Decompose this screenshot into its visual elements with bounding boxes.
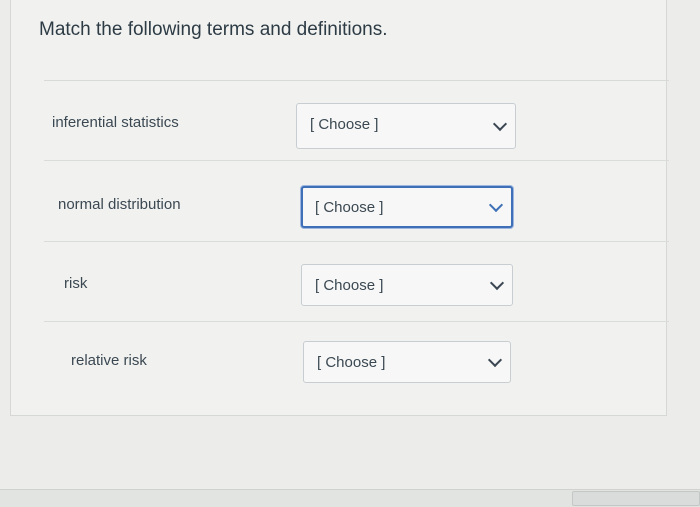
definition-select-focused[interactable]: [ Choose ] bbox=[301, 186, 513, 228]
select-value: [ Choose ] bbox=[315, 277, 384, 294]
definition-select[interactable]: [ Choose ] bbox=[296, 103, 516, 149]
select-value: [ Choose ] bbox=[315, 199, 384, 216]
divider bbox=[44, 80, 669, 81]
term-label: relative risk bbox=[71, 352, 147, 369]
chevron-down-icon bbox=[488, 197, 504, 213]
term-label: inferential statistics bbox=[52, 114, 179, 131]
definition-select[interactable]: [ Choose ] bbox=[303, 341, 511, 383]
match-row-relative-risk: relative risk [ Choose ] bbox=[44, 323, 669, 401]
match-row-normal-distribution: normal distribution [ Choose ] bbox=[44, 163, 669, 242]
select-value: [ Choose ] bbox=[317, 354, 386, 371]
match-row-inferential-statistics: inferential statistics [ Choose ] bbox=[44, 82, 669, 161]
select-value: [ Choose ] bbox=[310, 116, 379, 133]
chevron-down-icon bbox=[487, 352, 503, 368]
chevron-down-icon bbox=[489, 275, 505, 291]
term-label: normal distribution bbox=[58, 196, 181, 213]
chevron-down-icon bbox=[492, 116, 508, 132]
next-question-button[interactable] bbox=[572, 491, 700, 506]
term-label: risk bbox=[64, 275, 88, 292]
question-text: Match the following terms and definition… bbox=[39, 19, 388, 40]
match-row-risk: risk [ Choose ] bbox=[44, 243, 669, 322]
question-panel: Match the following terms and definition… bbox=[10, 0, 669, 416]
definition-select[interactable]: [ Choose ] bbox=[301, 264, 513, 306]
